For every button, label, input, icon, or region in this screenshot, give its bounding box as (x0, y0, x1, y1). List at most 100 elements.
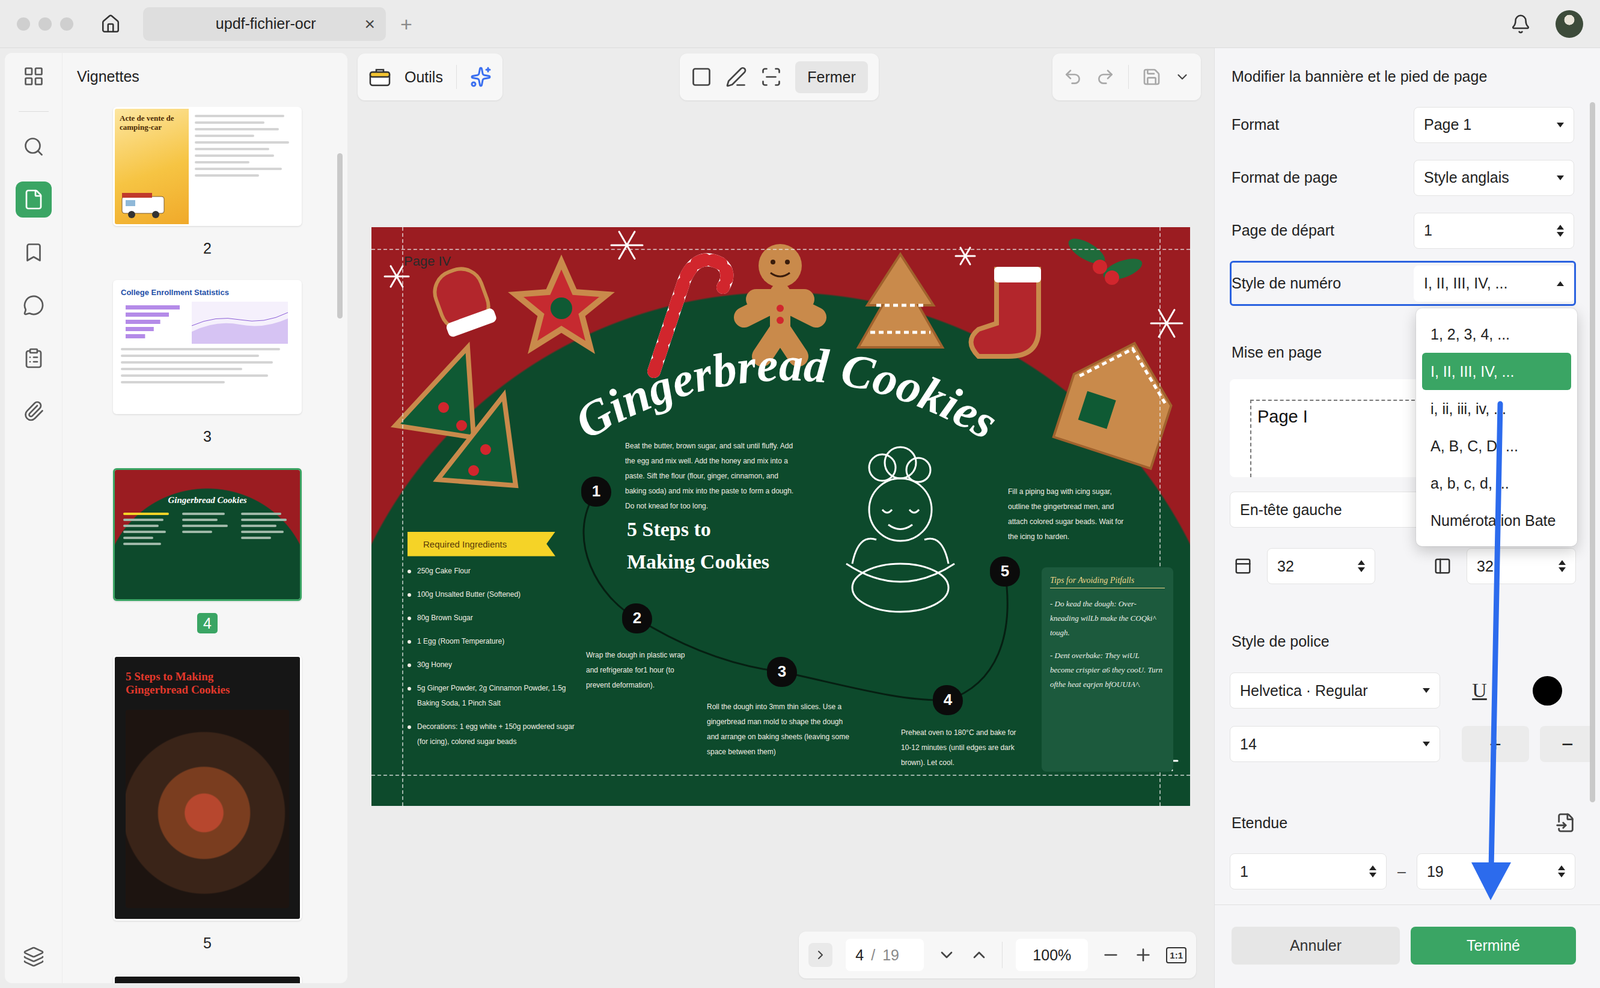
thumbnail-item[interactable] (112, 974, 302, 984)
document-page[interactable]: Gingerbread CookiesPage IV5 Steps toMaki… (371, 227, 1191, 807)
thumbnail[interactable]: Gingerbread Cookies (112, 468, 302, 602)
decrement-icon[interactable] (1556, 232, 1564, 237)
actual-size-button[interactable]: 1:1 (1166, 947, 1187, 964)
increase-size-button[interactable]: + (1461, 726, 1530, 763)
menu-option[interactable]: I, II, III, IV, ... (1422, 352, 1572, 391)
user-avatar[interactable] (1555, 10, 1584, 38)
increment-icon[interactable] (1357, 560, 1365, 565)
single-page-button[interactable] (690, 66, 713, 88)
range-from-stepper[interactable]: 1 (1229, 853, 1387, 890)
edit-background-button[interactable] (725, 66, 748, 88)
zoom-field[interactable]: 100% (1015, 938, 1088, 972)
stepper-arrows[interactable] (1557, 865, 1566, 878)
menu-option[interactable]: i, ii, iii, iv, ... (1422, 390, 1572, 428)
undo-button[interactable] (1063, 67, 1083, 87)
menu-option[interactable]: a, b, c, d, ... (1422, 464, 1572, 502)
decrement-icon[interactable] (1369, 872, 1377, 878)
increment-icon[interactable] (1558, 560, 1566, 565)
crop-button[interactable] (760, 66, 782, 88)
apps-icon (22, 65, 45, 88)
thumbnail-title: College Enrollment Statistics (120, 287, 294, 298)
home-button[interactable] (96, 9, 126, 39)
expand-pager-button[interactable] (808, 943, 833, 968)
side-margin (1429, 557, 1456, 576)
thumbnail[interactable]: Acte de vente de camping-car (112, 106, 302, 226)
thumbnail-item[interactable]: College Enrollment Statistics 3 (112, 280, 302, 447)
select-field[interactable]: I, II, III, IV, ... (1413, 265, 1575, 302)
rail-button[interactable] (15, 938, 52, 975)
ai-button[interactable] (470, 66, 492, 88)
rail-button[interactable] (15, 58, 52, 95)
close-window-button[interactable] (16, 17, 31, 31)
menu-option[interactable]: 1, 2, 3, 4, ... (1422, 315, 1572, 353)
select-value: 14 (1239, 735, 1257, 754)
zoom-window-button[interactable] (60, 17, 74, 31)
tools-button[interactable]: Outils (404, 68, 443, 86)
zoom-out-button[interactable] (1101, 945, 1121, 965)
top-margin-stepper[interactable]: 32 (1267, 548, 1376, 585)
tool-rail (4, 52, 63, 984)
step-number: 1 (581, 476, 612, 507)
save-menu-button[interactable] (1174, 69, 1191, 85)
notifications-button[interactable] (1506, 9, 1536, 39)
rail-button[interactable] (15, 393, 52, 430)
thumbnail[interactable]: College Enrollment Statistics (112, 280, 302, 415)
decrement-icon[interactable] (1558, 567, 1566, 573)
scrollbar[interactable] (337, 153, 343, 319)
thumbnail-item[interactable]: Acte de vente de camping-car2 (112, 106, 302, 259)
done-button[interactable]: Terminé (1410, 926, 1576, 965)
redo-button[interactable] (1095, 67, 1115, 87)
increment-icon[interactable] (1369, 865, 1377, 871)
start-page-stepper[interactable]: 1 (1413, 212, 1575, 249)
undo-icon (1063, 67, 1083, 87)
next-page-button[interactable] (937, 945, 957, 965)
decrement-icon[interactable] (1557, 872, 1566, 878)
step-text: Preheat oven to 180°C and bake for 10-12… (900, 725, 1022, 771)
thumbnail[interactable]: 5 Steps to Making Gingerbread Cookies (112, 655, 302, 921)
underline-button[interactable]: U (1450, 679, 1509, 703)
range-button[interactable] (1555, 812, 1576, 834)
rail-button[interactable] (15, 340, 52, 377)
cancel-button[interactable]: Annuler (1231, 926, 1400, 965)
stepper-arrows[interactable] (1357, 560, 1365, 573)
rail-button[interactable] (15, 234, 52, 271)
previous-page-button[interactable] (969, 945, 989, 965)
page-number: 5 (197, 932, 218, 954)
select-field[interactable]: Page 1 (1413, 106, 1575, 144)
menu-option[interactable]: Numérotation Bate (1422, 501, 1572, 540)
decrease-size-button[interactable]: − (1539, 726, 1596, 763)
thumbnail-item[interactable]: Gingerbread Cookies4 (112, 468, 302, 634)
minimize-window-button[interactable] (38, 17, 52, 31)
decrement-icon[interactable] (1357, 567, 1365, 573)
page-number: 3 (197, 426, 218, 447)
color-button[interactable] (1518, 676, 1576, 706)
thumbnail-item[interactable]: 5 Steps to Making Gingerbread Cookies 5 (112, 655, 302, 954)
tab-close-button[interactable]: × (364, 15, 376, 34)
side-margin-stepper[interactable]: 32 (1466, 548, 1576, 585)
rail-button[interactable] (15, 181, 52, 218)
rail-button[interactable] (15, 287, 52, 324)
save-button[interactable] (1141, 67, 1162, 87)
stepper-arrows[interactable] (1556, 224, 1564, 237)
menu-option[interactable]: A, B, C, D, ... (1422, 427, 1572, 465)
stepper-arrows[interactable] (1369, 865, 1377, 878)
increment-icon[interactable] (1556, 224, 1564, 230)
scrollbar[interactable] (1589, 102, 1596, 803)
increment-icon[interactable] (1557, 865, 1566, 871)
tips-box: Tips for Avoiding Pitfalls- Do kead the … (1041, 567, 1174, 772)
select-field[interactable]: Style anglais (1413, 159, 1575, 196)
font-size-select[interactable]: 14 (1229, 726, 1441, 763)
zoom-in-button[interactable] (1133, 945, 1153, 965)
header-text[interactable]: Page IV (403, 253, 451, 270)
page-input[interactable]: 4/19 (845, 938, 924, 972)
range-to-stepper[interactable]: 19 (1416, 853, 1576, 890)
select-value: En-tête gauche (1239, 501, 1343, 519)
close-edit-button[interactable]: Fermer (795, 61, 868, 94)
text-line (120, 367, 243, 371)
new-tab-button[interactable]: + (400, 13, 413, 35)
thumbnail[interactable] (112, 974, 302, 984)
font-family-select[interactable]: Helvetica · Regular (1229, 672, 1441, 709)
rail-button[interactable] (15, 128, 52, 165)
document-tab[interactable]: updf-fichier-ocr× (143, 7, 386, 41)
stepper-arrows[interactable] (1558, 560, 1566, 573)
